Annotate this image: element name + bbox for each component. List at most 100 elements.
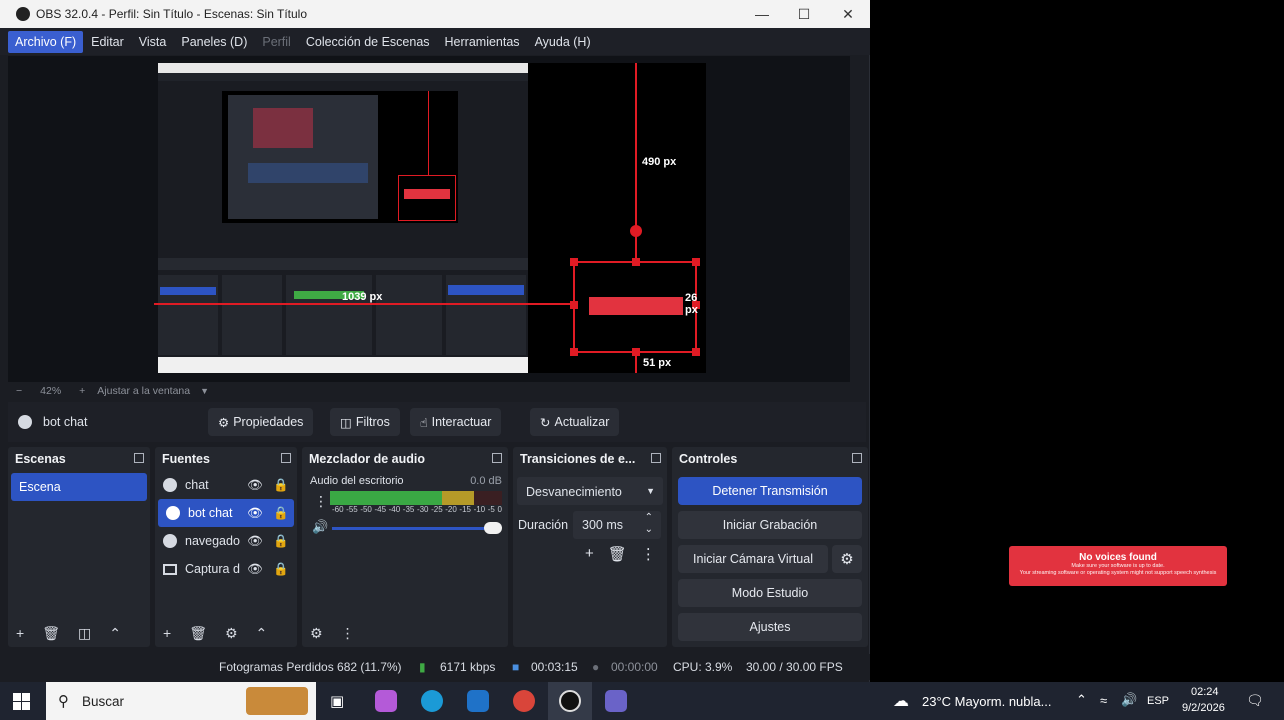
window-title: OBS 32.0.4 - Perfil: Sin Título - Escena… xyxy=(36,7,308,21)
source-item[interactable]: chat 👁 🔒 xyxy=(155,471,297,499)
undock-icon[interactable] xyxy=(134,453,144,463)
transition-select[interactable]: Desvanecimiento ▼ xyxy=(517,477,663,505)
stream-time: 00:03:15 xyxy=(531,660,578,674)
undock-icon[interactable] xyxy=(492,453,502,463)
taskbar: ⚲ Buscar ▣ ☁ 23°C Mayorm. nubla... ⌃ ≈ 🔊… xyxy=(0,682,1284,720)
source-item[interactable]: bot chat 👁 🔒 xyxy=(158,499,294,527)
lock-icon[interactable]: 🔒 xyxy=(273,562,289,577)
menu-herramientas[interactable]: Herramientas xyxy=(438,31,527,53)
notification-icon[interactable]: 🗨 xyxy=(1246,692,1264,709)
undock-icon[interactable] xyxy=(852,453,862,463)
speaker-icon[interactable]: 🔊 xyxy=(312,519,328,535)
sources-dock: Fuentes chat 👁 🔒 bot chat 👁 🔒 navegado 👁 🔒 Cap… xyxy=(155,447,297,647)
hand-pointer-icon: ☝ xyxy=(420,415,428,430)
selected-source-name: bot chat xyxy=(43,415,88,429)
fit-to-window-button[interactable]: Ajustar a la ventana xyxy=(97,385,190,397)
menu-coleccion-escenas[interactable]: Colección de Escenas xyxy=(299,31,437,53)
start-virtual-camera-button[interactable]: Iniciar Cámara Virtual xyxy=(678,545,828,573)
status-bar: Fotogramas Perdidos 682 (11.7%) ▮ 6171 k… xyxy=(0,654,870,680)
app-icon[interactable] xyxy=(605,690,627,712)
language-indicator[interactable]: ESP xyxy=(1147,695,1169,707)
windows-start-icon[interactable] xyxy=(13,693,30,710)
fps: 30.00 / 30.00 FPS xyxy=(746,660,843,674)
chevron-up-icon[interactable]: ⌃ xyxy=(109,625,121,642)
kebab-menu-icon[interactable]: ⋮ xyxy=(314,493,328,510)
spin-up-icon[interactable]: ⌃ xyxy=(645,512,653,523)
chevron-down-icon[interactable]: ▼ xyxy=(200,386,209,396)
maximize-button[interactable]: ☐ xyxy=(782,0,826,28)
source-item[interactable]: Captura d 👁 🔒 xyxy=(155,555,297,583)
gear-icon[interactable]: ⚙ xyxy=(310,625,323,642)
menu-archivo[interactable]: Archivo (F) xyxy=(8,30,84,53)
outlook-icon[interactable] xyxy=(467,690,489,712)
properties-button[interactable]: ⚙ Propiedades xyxy=(208,408,314,436)
trash-icon[interactable]: 🗑 xyxy=(189,625,207,642)
audio-mixer-title: Mezclador de audio xyxy=(302,447,508,471)
copilot-icon[interactable] xyxy=(375,690,397,712)
menu-vista[interactable]: Vista xyxy=(132,31,174,53)
taskbar-search[interactable]: ⚲ Buscar xyxy=(46,682,316,720)
zoom-in-button[interactable]: + xyxy=(79,385,85,397)
eye-icon[interactable]: 👁 xyxy=(247,534,263,549)
scenes-dock: Escenas Escena + 🗑 ◫ ⌃ xyxy=(8,447,150,647)
filter-icon[interactable]: ◫ xyxy=(78,625,91,642)
lock-icon[interactable]: 🔒 xyxy=(273,478,289,493)
sources-footer: + 🗑 ⚙ ⌃ xyxy=(155,619,297,647)
studio-mode-button[interactable]: Modo Estudio xyxy=(678,579,862,607)
minimize-button[interactable]: — xyxy=(740,0,784,28)
eye-icon[interactable]: 👁 xyxy=(247,506,263,521)
title-bar[interactable]: OBS 32.0.4 - Perfil: Sin Título - Escena… xyxy=(0,0,870,28)
trash-icon[interactable]: 🗑 xyxy=(42,625,60,642)
browser-source-icon xyxy=(163,534,177,548)
lock-icon[interactable]: 🔒 xyxy=(273,506,289,521)
add-icon[interactable]: + xyxy=(163,625,171,641)
preview-canvas[interactable]: 490 px 1039 px 26 px 51 px xyxy=(154,63,706,373)
weather-text[interactable]: 23°C Mayorm. nubla... xyxy=(922,694,1051,709)
edge-icon[interactable] xyxy=(421,690,443,712)
bitrate: 6171 kbps xyxy=(440,660,496,674)
chrome-icon[interactable] xyxy=(513,690,535,712)
eye-icon[interactable]: 👁 xyxy=(247,562,263,577)
trash-icon[interactable]: 🗑 xyxy=(608,545,627,563)
eye-icon[interactable]: 👁 xyxy=(247,478,263,493)
undock-icon[interactable] xyxy=(281,453,291,463)
duration-input[interactable]: 300 ms ⌃ ⌄ xyxy=(573,511,661,539)
lock-icon[interactable]: 🔒 xyxy=(273,534,289,549)
start-recording-button[interactable]: Iniciar Grabación xyxy=(678,511,862,539)
source-item[interactable]: navegado 👁 🔒 xyxy=(155,527,297,555)
close-button[interactable]: ✕ xyxy=(826,0,870,28)
zoom-out-button[interactable]: − xyxy=(16,385,22,397)
filters-button[interactable]: ◫ Filtros xyxy=(330,408,400,436)
interact-button[interactable]: ☝ Interactuar xyxy=(410,408,502,436)
stop-streaming-button[interactable]: Detener Transmisión xyxy=(678,477,862,505)
menu-editar[interactable]: Editar xyxy=(84,31,131,53)
obs-taskbar-button[interactable] xyxy=(548,682,592,720)
volume-slider[interactable] xyxy=(332,522,502,534)
menu-perfil[interactable]: Perfil xyxy=(255,31,297,53)
add-icon[interactable]: + xyxy=(16,625,24,641)
selection-box[interactable] xyxy=(570,258,700,356)
menu-ayuda[interactable]: Ayuda (H) xyxy=(528,31,598,53)
task-view-icon[interactable]: ▣ xyxy=(330,692,344,710)
undock-icon[interactable] xyxy=(651,453,661,463)
virtual-camera-settings-button[interactable]: ⚙ xyxy=(832,545,862,573)
filter-icon: ◫ xyxy=(340,415,352,430)
kebab-menu-icon[interactable]: ⋮ xyxy=(641,545,656,563)
chevron-up-icon[interactable]: ⌃ xyxy=(1076,692,1087,708)
settings-button[interactable]: Ajustes xyxy=(678,613,862,641)
refresh-button[interactable]: ↻ Actualizar xyxy=(530,408,620,436)
menu-paneles[interactable]: Paneles (D) xyxy=(174,31,254,53)
clock-time[interactable]: 02:24 xyxy=(1191,686,1219,698)
speaker-icon[interactable]: 🔊 xyxy=(1121,692,1137,708)
scene-item[interactable]: Escena xyxy=(11,473,147,501)
wifi-icon[interactable]: ≈ xyxy=(1100,693,1107,708)
sources-title: Fuentes xyxy=(155,447,297,471)
gear-icon[interactable]: ⚙ xyxy=(225,625,238,642)
label-26-px: 26 px xyxy=(685,292,698,316)
chevron-up-icon[interactable]: ⌃ xyxy=(256,625,268,642)
kebab-menu-icon[interactable]: ⋮ xyxy=(341,625,355,642)
add-icon[interactable]: + xyxy=(585,545,594,563)
clock-date[interactable]: 9/2/2026 xyxy=(1182,702,1225,714)
controls-title: Controles xyxy=(672,447,868,471)
spin-down-icon[interactable]: ⌄ xyxy=(645,524,653,535)
